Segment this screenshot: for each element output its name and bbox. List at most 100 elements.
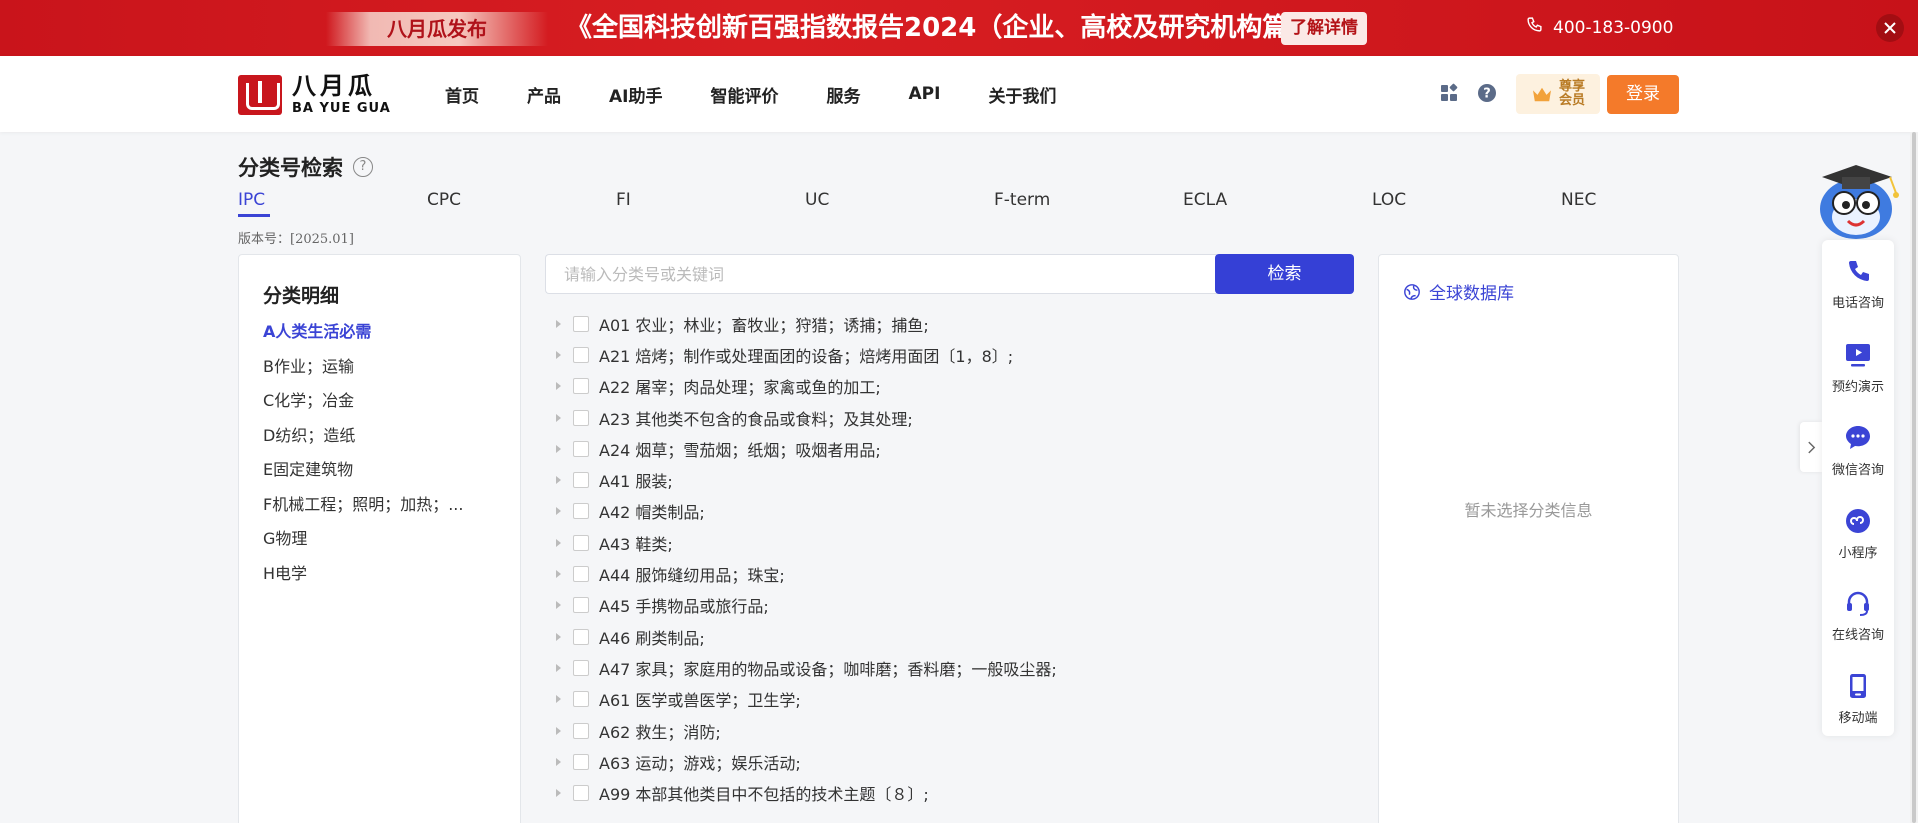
row-checkbox[interactable] [573, 315, 589, 332]
class-label: A41 服装; [599, 472, 673, 492]
list-item[interactable]: A22 屠宰；肉品处理；家禽或鱼的加工; [545, 371, 1345, 402]
list-item[interactable]: A23 其他类不包含的食品或食料；及其处理; [545, 402, 1345, 433]
section-c[interactable]: C化学；冶金 [263, 387, 503, 411]
side-wechat-consult[interactable]: 微信咨询 [1822, 423, 1894, 478]
class-label: A24 烟草；雪茄烟；纸烟；吸烟者用品; [599, 440, 881, 460]
list-item[interactable]: A24 烟草；雪茄烟；纸烟；吸烟者用品; [545, 433, 1345, 464]
expand-caret-icon[interactable] [556, 663, 561, 672]
sidebar-collapse-toggle[interactable] [1800, 422, 1822, 472]
banner-close-button[interactable] [1876, 14, 1904, 42]
section-g[interactable]: G物理 [263, 525, 503, 549]
tab-ecla[interactable]: ECLA [1183, 190, 1227, 210]
class-label: A23 其他类不包含的食品或食料；及其处理; [599, 409, 913, 429]
list-item[interactable]: A44 服饰缝纫用品；珠宝; [545, 558, 1345, 589]
row-checkbox[interactable] [573, 378, 589, 395]
tab-fi[interactable]: FI [616, 190, 631, 210]
expand-caret-icon[interactable] [556, 382, 561, 391]
section-d[interactable]: D纺织；造纸 [263, 422, 503, 446]
row-checkbox[interactable] [573, 753, 589, 770]
promo-banner[interactable]: 八月瓜发布 《全国科技创新百强指数报告2024（企业、高校及研究机构篇）》 了解… [0, 0, 1918, 56]
list-item[interactable]: A01 农业；林业；畜牧业；狩猎；诱捕；捕鱼; [545, 308, 1345, 339]
logo[interactable]: 八月瓜 BA YUE GUA [238, 74, 391, 115]
expand-caret-icon[interactable] [556, 444, 561, 453]
section-h[interactable]: H电学 [263, 560, 503, 584]
list-item[interactable]: A21 焙烤；制作或处理面团的设备；焙烤用面团〔1，8〕; [545, 339, 1345, 370]
list-item[interactable]: A47 家具；家庭用的物品或设备；咖啡磨；香料磨；一般吸尘器; [545, 652, 1345, 683]
section-a[interactable]: A人类生活必需 [263, 318, 503, 342]
row-checkbox[interactable] [573, 534, 589, 551]
apps-icon[interactable] [1438, 82, 1460, 104]
main-nav: 首页 产品 AI助手 智能评价 服务 API 关于我们 [445, 56, 1104, 132]
list-item[interactable]: A42 帽类制品; [545, 496, 1345, 527]
tab-ipc[interactable]: IPC [238, 190, 265, 210]
nav-about[interactable]: 关于我们 [988, 82, 1056, 107]
row-checkbox[interactable] [573, 566, 589, 583]
row-checkbox[interactable] [573, 440, 589, 457]
question-mark-icon[interactable]: ? [353, 157, 373, 177]
row-checkbox[interactable] [573, 597, 589, 614]
list-item[interactable]: A63 运动；游戏；娱乐活动; [545, 746, 1345, 777]
expand-caret-icon[interactable] [556, 726, 561, 735]
nav-api[interactable]: API [908, 84, 940, 104]
tab-f-term[interactable]: F-term [994, 190, 1050, 210]
row-checkbox[interactable] [573, 659, 589, 676]
expand-caret-icon[interactable] [556, 570, 561, 579]
search-input[interactable] [546, 255, 1217, 293]
expand-caret-icon[interactable] [556, 695, 561, 704]
tab-loc[interactable]: LOC [1372, 190, 1406, 210]
row-checkbox[interactable] [573, 785, 589, 802]
row-checkbox[interactable] [573, 346, 589, 363]
side-mobile-app[interactable]: 移动端 [1822, 671, 1894, 726]
class-label: A45 手携物品或旅行品; [599, 597, 769, 617]
section-b[interactable]: B作业；运输 [263, 353, 503, 377]
row-checkbox[interactable] [573, 472, 589, 489]
search-button[interactable]: 检索 [1215, 254, 1354, 294]
list-item[interactable]: A41 服装; [545, 464, 1345, 495]
row-checkbox[interactable] [573, 722, 589, 739]
scrollbar-thumb[interactable] [1912, 132, 1916, 823]
expand-caret-icon[interactable] [556, 507, 561, 516]
tab-nec[interactable]: NEC [1561, 190, 1596, 210]
list-item[interactable]: A45 手携物品或旅行品; [545, 590, 1345, 621]
tab-cpc[interactable]: CPC [427, 190, 461, 210]
row-checkbox[interactable] [573, 691, 589, 708]
row-checkbox[interactable] [573, 628, 589, 645]
nav-ai-assistant[interactable]: AI助手 [609, 82, 662, 107]
side-phone-consult[interactable]: 电话咨询 [1822, 256, 1894, 311]
section-e[interactable]: E固定建筑物 [263, 456, 503, 480]
list-item[interactable]: A61 医学或兽医学；卫生学; [545, 684, 1345, 715]
banner-title[interactable]: 《全国科技创新百强指数报告2024（企业、高校及研究机构篇）》 [566, 10, 1327, 46]
expand-caret-icon[interactable] [556, 632, 561, 641]
banner-details-button[interactable]: 了解详情 [1281, 12, 1367, 45]
section-f[interactable]: F机械工程；照明；加热；... [263, 491, 503, 515]
expand-caret-icon[interactable] [556, 757, 561, 766]
nav-home[interactable]: 首页 [445, 82, 479, 107]
mascot-icon[interactable] [1808, 145, 1904, 245]
expand-caret-icon[interactable] [556, 601, 561, 610]
login-button[interactable]: 登录 [1607, 75, 1679, 114]
expand-caret-icon[interactable] [556, 350, 561, 359]
nav-products[interactable]: 产品 [527, 82, 561, 107]
vip-member-button[interactable]: 尊享 会员 [1516, 74, 1600, 114]
nav-smart-evaluation[interactable]: 智能评价 [710, 82, 778, 107]
list-item[interactable]: A99 本部其他类目中不包括的技术主题〔８〕; [545, 777, 1345, 808]
list-item[interactable]: A46 刷类制品; [545, 621, 1345, 652]
expand-caret-icon[interactable] [556, 538, 561, 547]
expand-caret-icon[interactable] [556, 476, 561, 485]
expand-caret-icon[interactable] [556, 413, 561, 422]
row-checkbox[interactable] [573, 409, 589, 426]
side-mini-program[interactable]: 小程序 [1822, 506, 1894, 561]
list-item[interactable]: A62 救生；消防; [545, 715, 1345, 746]
list-item[interactable]: A43 鞋类; [545, 527, 1345, 558]
side-book-demo[interactable]: 预约演示 [1822, 340, 1894, 395]
phone-icon [1526, 16, 1543, 40]
side-online-consult[interactable]: 在线咨询 [1822, 588, 1894, 643]
crown-icon [1532, 87, 1551, 102]
nav-services[interactable]: 服务 [826, 82, 860, 107]
row-checkbox[interactable] [573, 503, 589, 520]
global-database-link[interactable]: 全球数据库 [1403, 279, 1514, 304]
help-icon[interactable]: ? [1476, 82, 1498, 104]
tab-uc[interactable]: UC [805, 190, 829, 210]
expand-caret-icon[interactable] [556, 319, 561, 328]
expand-caret-icon[interactable] [556, 789, 561, 798]
